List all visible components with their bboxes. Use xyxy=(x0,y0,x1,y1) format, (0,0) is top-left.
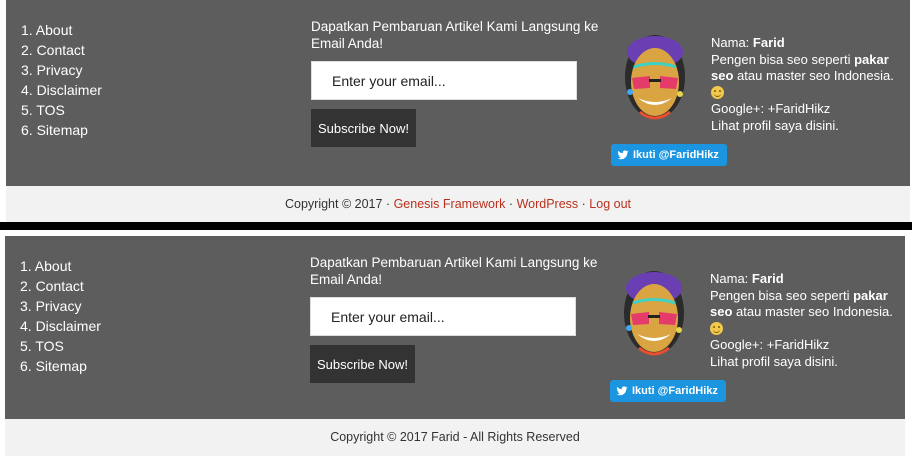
twitter-bird-icon xyxy=(617,150,629,160)
author-name: Farid xyxy=(751,271,784,286)
author-avatar xyxy=(625,35,685,120)
twitter-bird-icon xyxy=(616,386,628,396)
email-input[interactable] xyxy=(310,297,576,336)
subscribe-title: Dapatkan Pembaruan Artikel Kami Langsung… xyxy=(311,19,599,51)
author-name: Farid xyxy=(752,35,785,50)
google-plus-text: Google+: +FaridHikz xyxy=(710,337,830,352)
bio-text-end: atau master seo Indonesia. xyxy=(736,304,893,319)
bio-text-end: atau master seo Indonesia. xyxy=(737,68,894,83)
subscribe-button[interactable]: Subscribe Now! xyxy=(310,345,415,383)
menu-item-disclaimer[interactable]: 4. Disclaimer xyxy=(21,80,102,100)
email-input[interactable] xyxy=(311,61,577,100)
menu-item-privacy[interactable]: 3. Privacy xyxy=(21,60,102,80)
separator: · xyxy=(508,197,514,211)
author-profile: Nama: Farid Pengen bisa seo seperti paka… xyxy=(711,35,901,134)
profile-link[interactable]: Lihat profil saya disini. xyxy=(710,354,900,371)
copyright-text: Copyright © 2017 Farid - All Rights Rese… xyxy=(330,430,580,444)
menu-item-sitemap[interactable]: 6. Sitemap xyxy=(21,120,102,140)
bottom-panel: 1. About 2. Contact 3. Privacy 4. Discla… xyxy=(0,230,912,456)
author-profile: Nama: Farid Pengen bisa seo seperti paka… xyxy=(710,271,900,370)
subscribe-button[interactable]: Subscribe Now! xyxy=(311,109,416,147)
google-plus-text: Google+: +FaridHikz xyxy=(711,101,831,116)
menu-item-privacy[interactable]: 3. Privacy xyxy=(20,296,101,316)
smile-emoji-icon xyxy=(710,321,723,335)
twitter-follow-button[interactable]: Ikuti @FaridHikz xyxy=(611,144,727,166)
menu-item-contact[interactable]: 2. Contact xyxy=(20,276,101,296)
logout-link[interactable]: Log out xyxy=(589,197,631,211)
name-label: Nama: xyxy=(710,271,749,286)
twitter-follow-button[interactable]: Ikuti @FaridHikz xyxy=(610,380,726,402)
name-label: Nama: xyxy=(711,35,750,50)
menu-item-tos[interactable]: 5. TOS xyxy=(20,336,101,356)
wordpress-link[interactable]: WordPress xyxy=(517,197,579,211)
subscribe-title: Dapatkan Pembaruan Artikel Kami Langsung… xyxy=(310,255,598,287)
twitter-button-label: Ikuti @FaridHikz xyxy=(632,385,718,397)
footer-widgets: 1. About 2. Contact 3. Privacy 4. Discla… xyxy=(5,236,905,419)
site-footer: Copyright © 2017 Farid - All Rights Rese… xyxy=(5,419,905,456)
menu-item-tos[interactable]: 5. TOS xyxy=(21,100,102,120)
genesis-framework-link[interactable]: Genesis Framework xyxy=(394,197,506,211)
menu-item-disclaimer[interactable]: 4. Disclaimer xyxy=(20,316,101,336)
menu-item-about[interactable]: 1. About xyxy=(21,20,102,40)
menu-item-contact[interactable]: 2. Contact xyxy=(21,40,102,60)
profile-link[interactable]: Lihat profil saya disini. xyxy=(711,118,901,135)
divider xyxy=(0,222,912,230)
bio-text: Pengen bisa seo seperti xyxy=(710,287,850,303)
footer-widgets: 1. About 2. Contact 3. Privacy 4. Discla… xyxy=(6,0,910,186)
menu-item-sitemap[interactable]: 6. Sitemap xyxy=(20,356,101,376)
copyright-text: Copyright © 2017 · xyxy=(284,197,391,211)
author-avatar xyxy=(624,271,684,356)
footer-menu: 1. About 2. Contact 3. Privacy 4. Discla… xyxy=(21,20,102,140)
footer-menu: 1. About 2. Contact 3. Privacy 4. Discla… xyxy=(20,256,101,376)
smile-emoji-icon xyxy=(711,85,724,99)
site-footer: Copyright © 2017 · Genesis Framework · W… xyxy=(6,186,910,222)
top-panel: 1. About 2. Contact 3. Privacy 4. Discla… xyxy=(0,0,912,222)
separator: · xyxy=(581,197,586,211)
twitter-button-label: Ikuti @FaridHikz xyxy=(633,149,719,161)
menu-item-about[interactable]: 1. About xyxy=(20,256,101,276)
bio-text: Pengen bisa seo seperti xyxy=(711,51,851,67)
